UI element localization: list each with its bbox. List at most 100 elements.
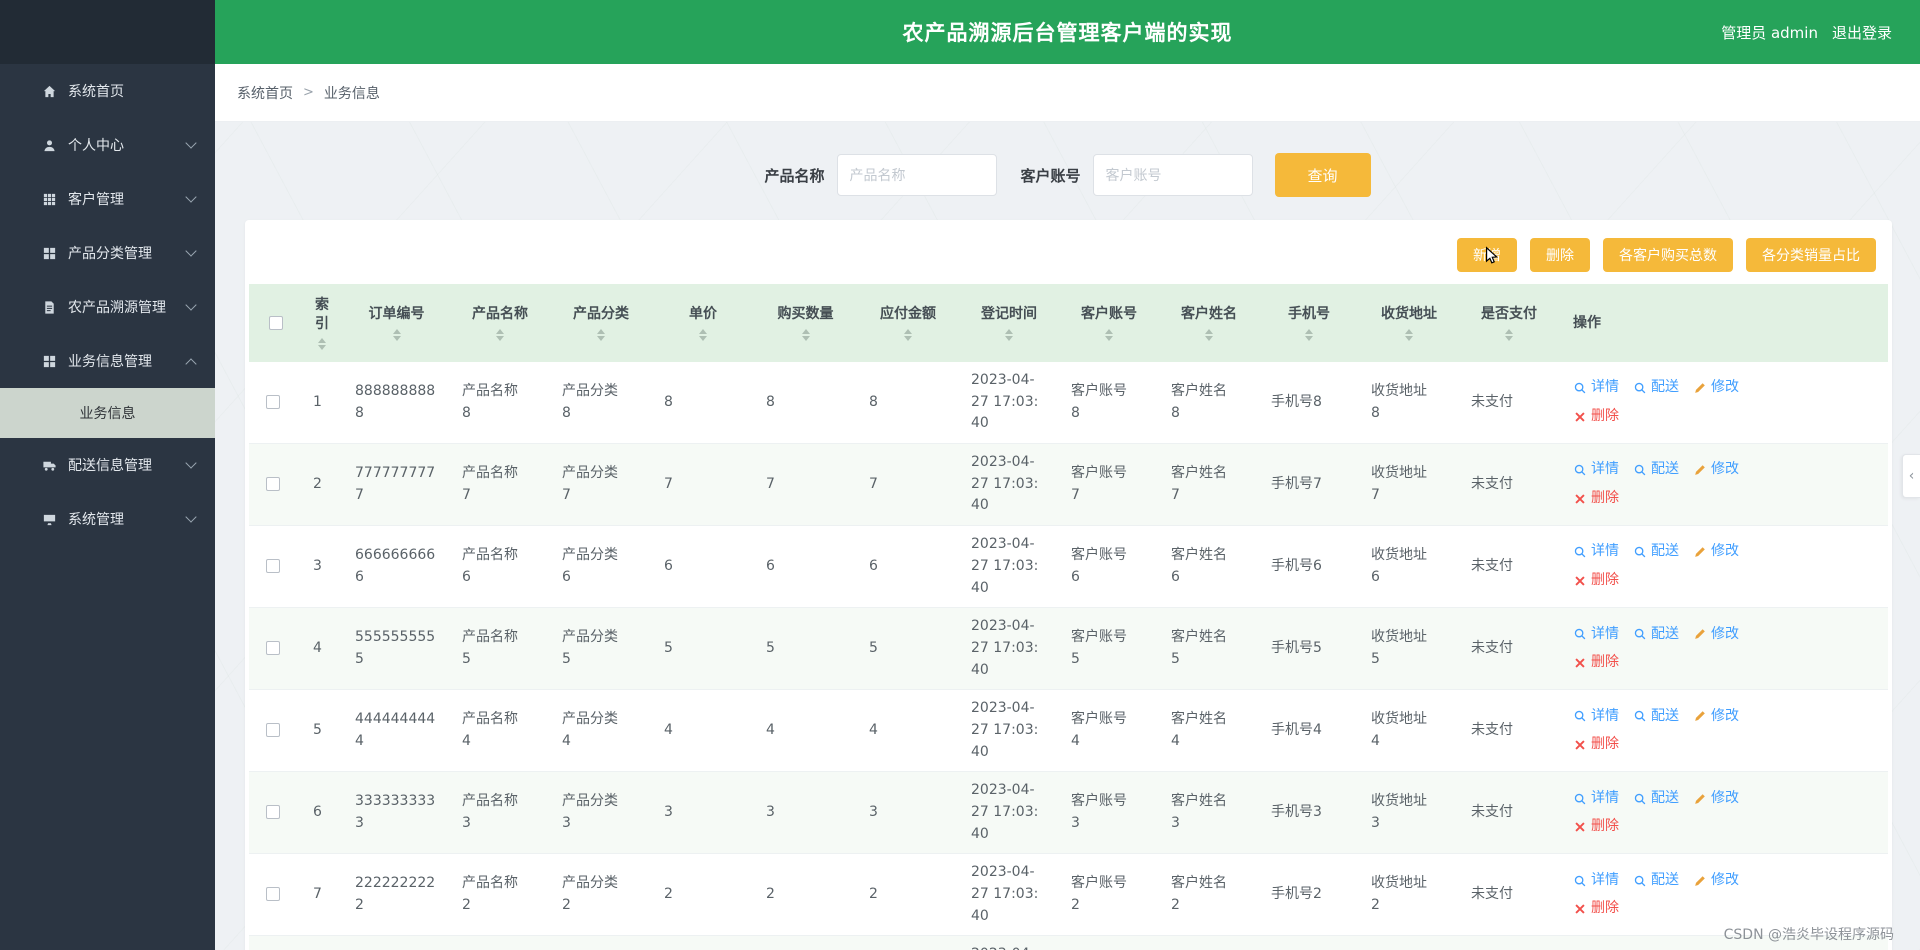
customer-totals-button[interactable]: 各客户购买总数 <box>1603 238 1733 272</box>
add-button[interactable]: 新增 <box>1457 238 1517 272</box>
cell-address: 收货地址3 <box>1359 771 1459 855</box>
detail-link[interactable]: 详情 <box>1573 459 1619 481</box>
detail-link[interactable]: 详情 <box>1573 706 1619 728</box>
sort-control[interactable] <box>1205 328 1213 341</box>
sidebar-item-business[interactable]: 业务信息管理 <box>0 334 215 388</box>
magnifier-icon <box>1634 547 1646 558</box>
deliver-link[interactable]: 配送 <box>1633 459 1679 481</box>
sidebar-item-system[interactable]: 系统管理 <box>0 492 215 546</box>
deliver-link[interactable]: 配送 <box>1633 377 1679 399</box>
sort-control[interactable] <box>496 328 504 341</box>
sort-control[interactable] <box>904 328 912 341</box>
breadcrumb-home[interactable]: 系统首页 <box>237 83 293 103</box>
sidebar-collapse-tab[interactable]: ‹ <box>1902 454 1920 498</box>
col-product-category: 产品分类 <box>550 284 652 362</box>
deliver-link[interactable]: 配送 <box>1633 870 1679 892</box>
row-checkbox[interactable] <box>266 805 280 819</box>
cell-order-no: 4444444444 <box>343 689 450 773</box>
row-select-cell <box>249 607 301 691</box>
row-checkbox[interactable] <box>266 640 280 655</box>
delete-link[interactable]: 删除 <box>1573 816 1619 838</box>
edit-link[interactable]: 修改 <box>1693 377 1739 399</box>
table-toolbar: 新增 删除 各客户购买总数 各分类销量占比 <box>245 220 1892 284</box>
pencil-icon <box>1693 381 1707 395</box>
cell-category: 产品分类6 <box>550 525 652 609</box>
sidebar-item-customers[interactable]: 客户管理 <box>0 172 215 226</box>
cell-actions: 详情配送修改删除 <box>1559 771 1888 855</box>
detail-link[interactable]: 详情 <box>1573 788 1619 810</box>
edit-link[interactable]: 修改 <box>1693 624 1739 646</box>
row-checkbox[interactable] <box>266 558 280 573</box>
pencil-icon <box>1693 874 1707 888</box>
chevron-down-icon <box>185 245 197 257</box>
cell-account: 客户账号1 <box>1059 935 1159 950</box>
cell-paid: 未支付 <box>1459 362 1559 445</box>
cell-price: 5 <box>652 607 754 691</box>
row-checkbox[interactable] <box>266 476 280 491</box>
deliver-link[interactable]: 配送 <box>1633 624 1679 646</box>
cell-price: 3 <box>652 771 754 855</box>
detail-link[interactable]: 详情 <box>1573 377 1619 399</box>
sort-control[interactable] <box>392 328 401 341</box>
detail-link[interactable]: 详情 <box>1573 624 1619 646</box>
edit-link[interactable]: 修改 <box>1693 459 1739 481</box>
customer-account-input[interactable] <box>1092 154 1253 196</box>
edit-link[interactable]: 修改 <box>1693 788 1739 810</box>
deliver-link[interactable]: 配送 <box>1633 788 1679 810</box>
sort-control[interactable] <box>1505 328 1513 341</box>
sort-control[interactable] <box>1005 328 1013 341</box>
logout-link[interactable]: 退出登录 <box>1832 22 1892 43</box>
sidebar-item-personal[interactable]: 个人中心 <box>0 118 215 172</box>
row-checkbox[interactable] <box>266 722 280 737</box>
sort-control[interactable] <box>318 338 326 351</box>
select-all-checkbox[interactable] <box>269 316 283 330</box>
col-address: 收货地址 <box>1359 284 1459 362</box>
sort-control[interactable] <box>1105 328 1113 341</box>
cell-paid: 未支付 <box>1459 607 1559 691</box>
sidebar-item-trace[interactable]: 农产品溯源管理 <box>0 280 215 334</box>
document-icon <box>45 300 54 314</box>
sidebar-subitem-business-info[interactable]: 业务信息 <box>0 388 215 438</box>
cell-index: 3 <box>301 525 343 609</box>
delete-link[interactable]: 删除 <box>1573 488 1619 510</box>
delete-link[interactable]: 删除 <box>1573 570 1619 592</box>
sort-control[interactable] <box>801 328 810 341</box>
sidebar-item-home[interactable]: 系统首页 <box>0 64 215 118</box>
row-checkbox[interactable] <box>266 394 280 409</box>
delete-link[interactable]: 删除 <box>1573 406 1619 428</box>
detail-link[interactable]: 详情 <box>1573 870 1619 892</box>
pencil-icon <box>1693 709 1707 723</box>
x-icon <box>1575 494 1585 504</box>
query-button[interactable]: 查询 <box>1274 153 1371 197</box>
cell-time: 2023-04-27 17:03:40 <box>959 607 1059 691</box>
cell-amount: 1 <box>857 935 959 950</box>
delete-link[interactable]: 删除 <box>1573 734 1619 756</box>
product-name-input[interactable] <box>836 154 997 196</box>
x-icon <box>1575 658 1585 668</box>
sort-control[interactable] <box>699 328 707 341</box>
deliver-link[interactable]: 配送 <box>1633 541 1679 563</box>
customer-account-label: 客户账号 <box>1020 166 1081 185</box>
edit-link[interactable]: 修改 <box>1693 870 1739 892</box>
table-row: 81111111111产品名称1产品分类11112023-04-27 17:03… <box>249 935 1888 950</box>
category-share-button[interactable]: 各分类销量占比 <box>1746 238 1876 272</box>
edit-link[interactable]: 修改 <box>1693 541 1739 563</box>
deliver-link[interactable]: 配送 <box>1633 706 1679 728</box>
cell-amount: 4 <box>857 689 959 773</box>
sort-control[interactable] <box>597 328 605 341</box>
magnifier-icon <box>1574 629 1586 640</box>
sidebar-item-delivery[interactable]: 配送信息管理 <box>0 438 215 492</box>
sidebar-item-product-category[interactable]: 产品分类管理 <box>0 226 215 280</box>
delete-link[interactable]: 删除 <box>1573 652 1619 674</box>
sort-control[interactable] <box>1305 328 1313 341</box>
edit-link[interactable]: 修改 <box>1693 706 1739 728</box>
cell-quantity: 8 <box>754 362 857 445</box>
delete-link[interactable]: 删除 <box>1573 898 1619 920</box>
row-checkbox[interactable] <box>266 887 280 902</box>
sort-control[interactable] <box>1405 328 1413 341</box>
cell-amount: 3 <box>857 771 959 855</box>
cell-phone: 手机号8 <box>1259 362 1359 445</box>
cell-actions: 详情配送修改删除 <box>1559 362 1888 445</box>
detail-link[interactable]: 详情 <box>1573 541 1619 563</box>
delete-button[interactable]: 删除 <box>1530 238 1590 272</box>
